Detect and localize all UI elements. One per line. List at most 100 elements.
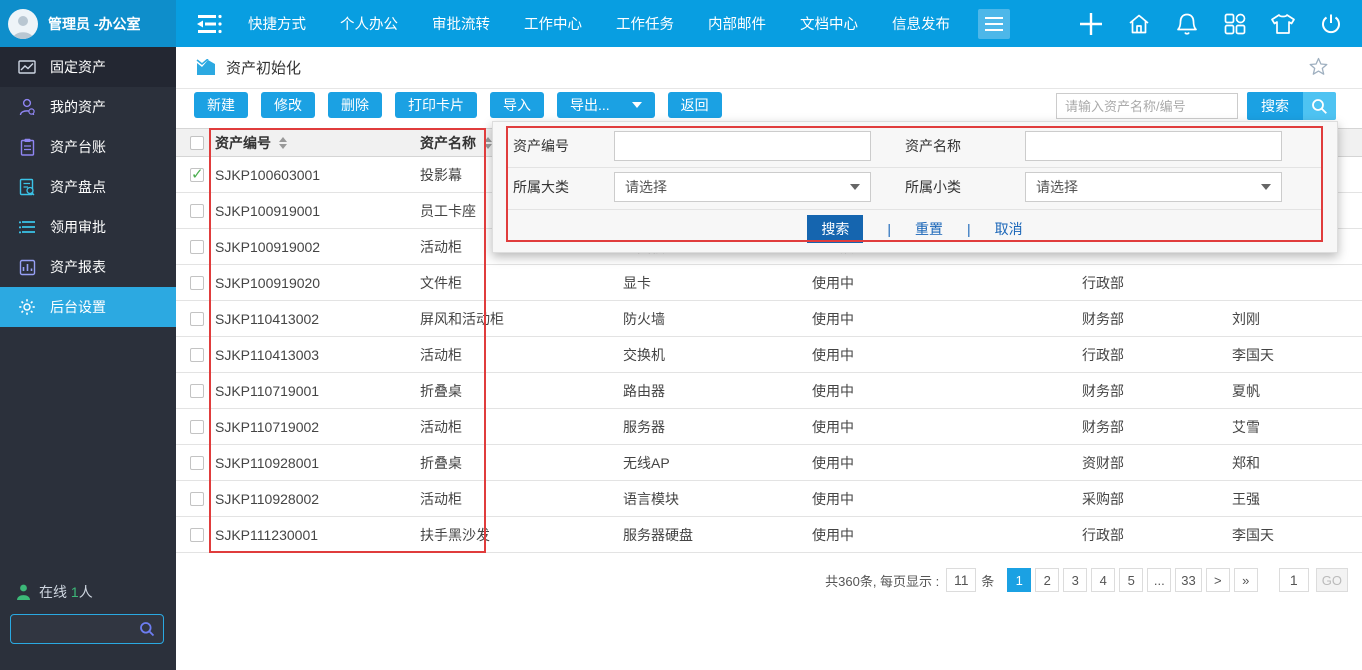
row-checkbox[interactable] [190,168,204,182]
panel-actions: 搜索 | 重置 | 取消 [493,214,1337,244]
back-button[interactable]: 返回 [668,92,722,118]
row-checkbox[interactable] [190,276,204,290]
apps-grid-icon[interactable] [1222,11,1248,37]
topbar: 管理员 -办公室 快捷方式 个人办公 审批流转 工作中心 工作任务 内部邮件 文档中心 信息发… [0,0,1362,47]
menu-collapse-icon[interactable] [196,14,222,34]
online-person-icon [16,584,31,600]
table-row[interactable]: SJKP110928002 活动柜 语言模块 使用中 采购部 王强 [176,481,1362,517]
page-button[interactable]: 5 [1119,568,1143,592]
topbar-nav-item[interactable]: 个人办公 [340,13,398,34]
select-all-checkbox[interactable] [190,136,204,150]
sidebar-item-asset-reports[interactable]: 资产报表 [0,247,176,287]
code-field-label: 资产编号 [513,131,569,161]
page-button[interactable]: 4 [1091,568,1115,592]
page-button[interactable]: » [1234,568,1258,592]
shirt-icon[interactable] [1270,11,1296,37]
print-card-button[interactable]: 打印卡片 [395,92,477,118]
topbar-nav-item[interactable]: 内部邮件 [708,13,766,34]
home-icon[interactable] [1126,11,1152,37]
page-size-input[interactable]: 11 [946,568,976,592]
asset-status-cell: 使用中 [812,265,854,300]
topbar-nav-item[interactable]: 快捷方式 [248,13,306,34]
sidebar-search-input[interactable] [11,622,139,637]
topbar-nav-item[interactable]: 文档中心 [800,13,858,34]
new-button[interactable]: 新建 [194,92,248,118]
sidebar-item-fixed-assets[interactable]: 固定资产 [0,47,176,87]
sidebar-item-label: 我的资产 [50,97,106,117]
name-field-input[interactable] [1025,131,1282,161]
topbar-nav-item[interactable]: 信息发布 [892,13,950,34]
table-row[interactable]: SJKP110719001 折叠桌 路由器 使用中 财务部 夏帆 [176,373,1362,409]
panel-cancel-button[interactable]: 取消 [995,219,1023,239]
column-header-name[interactable]: 资产名称 [420,129,492,156]
sidebar-item-asset-inventory[interactable]: 资产盘点 [0,167,176,207]
asset-code-cell: SJKP111230001 [215,517,318,552]
page-button[interactable]: 2 [1035,568,1059,592]
table-row[interactable]: SJKP110719002 活动柜 服务器 使用中 财务部 艾雪 [176,409,1362,445]
subcategory-select[interactable]: 请选择 [1025,172,1282,202]
page-button[interactable]: 1 [1007,568,1031,592]
column-header-code[interactable]: 资产编号 [215,129,287,156]
sort-icon[interactable] [484,137,492,149]
goto-page-input[interactable]: 1 [1279,568,1309,592]
sidebar-item-my-assets[interactable]: 我的资产 [0,87,176,127]
sidebar-item-label: 后台设置 [50,297,106,317]
favorite-star-icon[interactable] [1309,57,1328,76]
table-row[interactable]: SJKP110413002 屏风和活动柜 防火墙 使用中 财务部 刘刚 [176,301,1362,337]
table-row[interactable]: SJKP100919020 文件柜 显卡 使用中 行政部 [176,265,1362,301]
row-checkbox[interactable] [190,384,204,398]
sidebar-item-label: 资产盘点 [50,177,106,197]
import-button[interactable]: 导入 [490,92,544,118]
asset-person-cell: 王强 [1232,481,1260,516]
page-button[interactable]: ... [1147,568,1171,592]
power-icon[interactable] [1318,11,1344,37]
panel-search-button[interactable]: 搜索 [807,215,863,243]
quick-search-input[interactable] [1056,93,1238,119]
bell-icon[interactable] [1174,11,1200,37]
row-checkbox[interactable] [190,348,204,362]
row-checkbox[interactable] [190,312,204,326]
topbar-nav-item[interactable]: 工作中心 [524,13,582,34]
asset-person-cell: 刘刚 [1232,301,1260,336]
asset-code-cell: SJKP110413002 [215,301,319,336]
hamburger-menu-icon[interactable] [978,9,1010,39]
panel-reset-button[interactable]: 重置 [915,219,943,239]
row-checkbox[interactable] [190,456,204,470]
table-row[interactable]: SJKP110413003 活动柜 交换机 使用中 行政部 李国天 [176,337,1362,373]
asset-code-cell: SJKP100919001 [215,193,320,228]
asset-name-cell: 文件柜 [420,265,462,300]
row-checkbox[interactable] [190,420,204,434]
category-select[interactable]: 请选择 [614,172,871,202]
table-row[interactable]: SJKP111230001 扶手黑沙发 服务器硬盘 使用中 行政部 李国天 [176,517,1362,553]
row-checkbox[interactable] [190,528,204,542]
pagination: 共360条, 每页显示 : 11 条 12345...33>» 1 GO [825,568,1348,592]
topbar-nav-item[interactable]: 工作任务 [616,13,674,34]
asset-name-cell: 屏风和活动柜 [420,301,504,336]
delete-button[interactable]: 删除 [328,92,382,118]
plus-icon[interactable] [1078,11,1104,37]
sidebar-item-asset-ledger[interactable]: 资产台账 [0,127,176,167]
user-label: 管理员 -办公室 [48,14,141,34]
edit-button[interactable]: 修改 [261,92,315,118]
sidebar-search-icon[interactable] [139,621,155,637]
table-row[interactable]: SJKP110928001 折叠桌 无线AP 使用中 资财部 郑和 [176,445,1362,481]
sidebar-item-label: 资产报表 [50,257,106,277]
row-checkbox[interactable] [190,204,204,218]
code-field-input[interactable] [614,131,871,161]
sort-icon[interactable] [279,137,287,149]
user-area[interactable]: 管理员 -办公室 [0,0,176,47]
asset-name-cell: 活动柜 [420,229,462,264]
export-dropdown-button[interactable]: 导出... [557,92,655,118]
asset-item-cell: 防火墙 [623,301,665,336]
go-button[interactable]: GO [1316,568,1348,592]
search-button[interactable]: 搜索 [1247,92,1336,120]
topbar-nav-item[interactable]: 审批流转 [432,13,490,34]
page-button[interactable]: 33 [1175,568,1201,592]
sidebar-item-backend-settings[interactable]: 后台设置 [0,287,176,327]
row-checkbox[interactable] [190,240,204,254]
sidebar-item-requisition-approval[interactable]: 领用审批 [0,207,176,247]
row-checkbox[interactable] [190,492,204,506]
page-button[interactable]: > [1206,568,1230,592]
page-button[interactable]: 3 [1063,568,1087,592]
asset-name-cell: 扶手黑沙发 [420,517,490,552]
